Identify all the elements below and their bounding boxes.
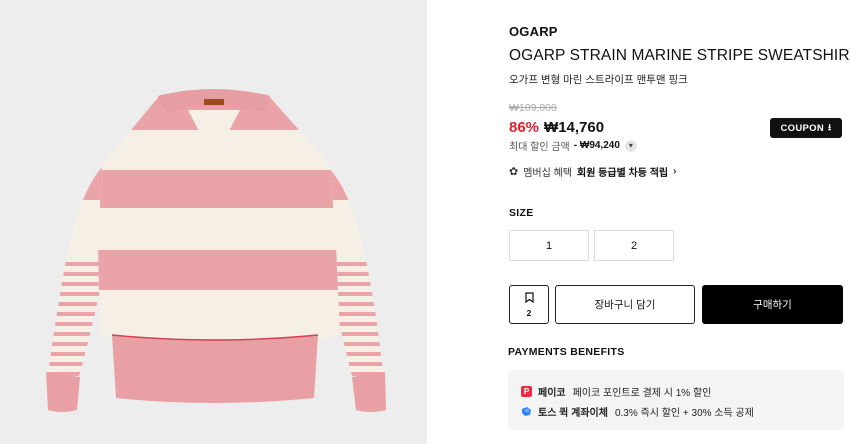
product-title: OGARP STRAIN MARINE STRIPE SWEATSHIRT xyxy=(509,47,850,64)
payment-benefit-payco: P 페이코 페이코 포인트로 결제 시 1% 할인 xyxy=(521,384,711,399)
buy-now-button[interactable]: 구매하기 xyxy=(702,285,843,324)
add-to-cart-button[interactable]: 장바구니 담기 xyxy=(555,285,695,324)
download-icon: ⭳ xyxy=(828,122,832,132)
toss-icon xyxy=(521,406,532,417)
price-row: 86% ₩14,760 xyxy=(509,119,604,136)
coupon-button[interactable]: COUPON ⭳ xyxy=(770,118,842,138)
bookmark-icon xyxy=(524,291,534,306)
membership-label: 멤버십 혜택 xyxy=(523,168,572,179)
payco-icon: P xyxy=(521,386,532,397)
current-price: ₩14,760 xyxy=(544,119,605,136)
max-discount-row[interactable]: 최대 할인 금액 - ₩94,240 ▾ xyxy=(509,138,637,153)
product-info: OGARP OGARP STRAIN MARINE STRIPE SWEATSH… xyxy=(508,0,850,444)
payment-name: 페이코 xyxy=(538,388,566,399)
wishlist-count: 2 xyxy=(526,307,532,318)
product-subtitle: 오가프 변형 마린 스트라이프 맨투맨 핑크 xyxy=(509,74,688,86)
original-price: ₩109,000 xyxy=(509,102,557,114)
max-discount-value: - ₩94,240 xyxy=(573,140,620,151)
payments-benefits-title: PAYMENTS BENEFITS xyxy=(508,346,625,358)
chevron-right-icon: › xyxy=(673,166,677,177)
sweatshirt-illustration xyxy=(46,89,386,412)
product-image[interactable] xyxy=(0,0,427,444)
size-label: SIZE xyxy=(509,207,534,219)
payment-benefit-toss: 토스 퀵 계좌이체 0.3% 즉시 할인 + 30% 소득 공제 xyxy=(521,404,754,419)
wishlist-button[interactable]: 2 xyxy=(509,285,549,324)
membership-benefit[interactable]: ✿ 멤버십 혜택 회원 등급별 차등 적립 › xyxy=(509,164,676,179)
size-option-2[interactable]: 2 xyxy=(594,230,674,261)
brand-name[interactable]: OGARP xyxy=(509,24,558,39)
payment-name: 토스 퀵 계좌이체 xyxy=(538,408,608,419)
membership-strong: 회원 등급별 차등 적립 xyxy=(577,168,669,179)
max-discount-label: 최대 할인 금액 xyxy=(509,142,570,153)
gear-icon: ✿ xyxy=(509,166,519,178)
payments-benefits-box: P 페이코 페이코 포인트로 결제 시 1% 할인 토스 퀵 계좌이체 0.3%… xyxy=(508,370,844,430)
coupon-label: COUPON xyxy=(780,122,825,134)
payment-desc: 페이코 포인트로 결제 시 1% 할인 xyxy=(572,388,712,399)
size-option-1[interactable]: 1 xyxy=(509,230,589,261)
payment-desc: 0.3% 즉시 할인 + 30% 소득 공제 xyxy=(614,408,754,419)
chevron-down-icon[interactable]: ▾ xyxy=(624,139,637,152)
discount-rate: 86% xyxy=(509,119,540,136)
